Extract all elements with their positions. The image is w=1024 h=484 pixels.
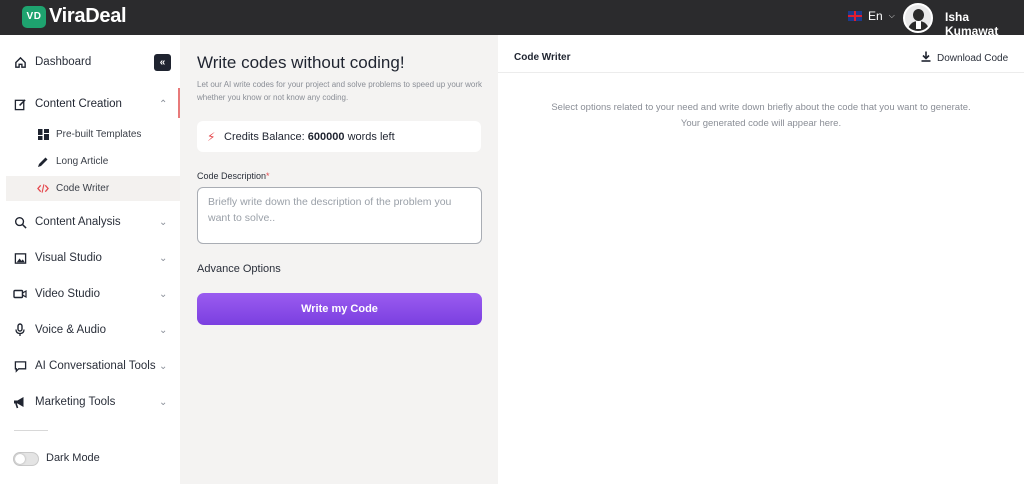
- sidebar-subitem-label: Pre-built Templates: [56, 129, 142, 140]
- grid-icon: [37, 129, 49, 141]
- divider: [14, 430, 48, 431]
- scroll-indicator: [178, 88, 180, 118]
- sidebar-item-label: Content Creation: [35, 98, 122, 110]
- code-writer-form-panel: Write codes without coding! Let our AI w…: [180, 35, 498, 484]
- sidebar-item-content-creation[interactable]: Content Creation ⌃: [0, 90, 180, 118]
- sidebar-item-label: Content Analysis: [35, 216, 121, 228]
- chevron-down-icon: ⌄: [159, 216, 168, 228]
- sidebar: Dashboard « Content Creation ⌃ Pre-built…: [0, 35, 180, 484]
- top-bar: VD ViraDeal En ⌵ Isha Kumawat: [0, 0, 1024, 38]
- chevron-down-icon: ⌵: [888, 11, 895, 20]
- sidebar-item-label: Voice & Audio: [35, 324, 106, 336]
- sidebar-subitem-pre-built-templates[interactable]: Pre-built Templates: [6, 122, 180, 147]
- sidebar-item-label: Marketing Tools: [35, 396, 116, 408]
- user-name[interactable]: Isha Kumawat: [945, 10, 1024, 38]
- sidebar-subitem-label: Code Writer: [56, 183, 110, 194]
- logo-badge: VD: [22, 5, 46, 28]
- logo[interactable]: VD ViraDeal: [22, 5, 127, 28]
- uk-flag-icon: [848, 11, 862, 21]
- avatar[interactable]: [903, 3, 933, 33]
- page-title: Write codes without coding!: [197, 53, 405, 72]
- language-selector[interactable]: En ⌵: [848, 9, 895, 23]
- sidebar-item-label: Video Studio: [35, 288, 101, 300]
- download-code-label: Download Code: [937, 52, 1009, 64]
- sidebar-item-label: Visual Studio: [35, 252, 102, 264]
- sidebar-subitem-code-writer[interactable]: Code Writer: [6, 176, 180, 201]
- sidebar-subitem-label: Long Article: [56, 156, 109, 167]
- megaphone-icon: [13, 395, 27, 409]
- credits-suffix: words left: [347, 130, 395, 143]
- chevron-down-icon: ⌄: [159, 288, 168, 300]
- sidebar-item-dashboard[interactable]: Dashboard: [0, 48, 180, 76]
- advance-options-toggle[interactable]: Advance Options: [197, 263, 281, 275]
- sidebar-subitem-long-article[interactable]: Long Article: [6, 149, 180, 174]
- chevron-down-icon: ⌄: [159, 396, 168, 408]
- credits-text: Credits Balance: 600000 words left: [224, 131, 395, 143]
- code-description-input[interactable]: [197, 187, 482, 244]
- search-icon: [13, 215, 27, 229]
- credits-amount: 600000: [307, 130, 345, 143]
- sidebar-item-visual-studio[interactable]: Visual Studio ⌄: [0, 244, 180, 272]
- sidebar-item-ai-conversational-tools[interactable]: AI Conversational Tools ⌄: [0, 352, 180, 380]
- write-my-code-button[interactable]: Write my Code: [197, 293, 482, 325]
- output-title: Code Writer: [514, 52, 571, 63]
- logo-text: ViraDeal: [49, 5, 127, 27]
- chat-icon: [13, 359, 27, 373]
- language-label: En: [868, 9, 883, 23]
- sidebar-item-marketing-tools[interactable]: Marketing Tools ⌄: [0, 388, 180, 416]
- sidebar-item-label: Dashboard: [35, 56, 92, 68]
- dark-mode-toggle[interactable]: [13, 452, 39, 466]
- output-header: Code Writer Download Code: [498, 35, 1024, 73]
- page-subtitle: Let our AI write codes for your project …: [197, 80, 483, 102]
- pen-icon: [37, 156, 49, 168]
- microphone-icon: [13, 323, 27, 337]
- sidebar-item-video-studio[interactable]: Video Studio ⌄: [0, 280, 180, 308]
- sidebar-item-voice-audio[interactable]: Voice & Audio ⌄: [0, 316, 180, 344]
- chevron-down-icon: ⌄: [159, 360, 168, 372]
- chevron-down-icon: ⌄: [159, 252, 168, 264]
- lightning-icon: ⚡︎: [207, 129, 216, 144]
- chevron-up-icon: ⌃: [159, 98, 168, 110]
- code-description-label: Code Description*: [197, 171, 270, 181]
- credits-label: Credits Balance:: [224, 130, 305, 143]
- dark-mode-label: Dark Mode: [46, 452, 100, 464]
- required-marker: *: [266, 171, 270, 181]
- home-icon: [13, 55, 27, 69]
- image-icon: [13, 251, 27, 265]
- edit-icon: [13, 97, 27, 111]
- sidebar-item-content-analysis[interactable]: Content Analysis ⌄: [0, 208, 180, 236]
- code-icon: [37, 183, 49, 195]
- code-output-panel: Code Writer Download Code Select options…: [498, 35, 1024, 484]
- chevron-down-icon: ⌄: [159, 324, 168, 336]
- download-icon: [921, 51, 931, 65]
- download-code-button[interactable]: Download Code: [921, 51, 1008, 65]
- collapse-sidebar-button[interactable]: «: [154, 54, 171, 71]
- sidebar-item-label: AI Conversational Tools: [35, 360, 156, 372]
- empty-output-message: Select options related to your need and …: [551, 102, 971, 129]
- credits-balance-card: ⚡︎ Credits Balance: 600000 words left: [197, 121, 481, 152]
- video-icon: [13, 287, 27, 301]
